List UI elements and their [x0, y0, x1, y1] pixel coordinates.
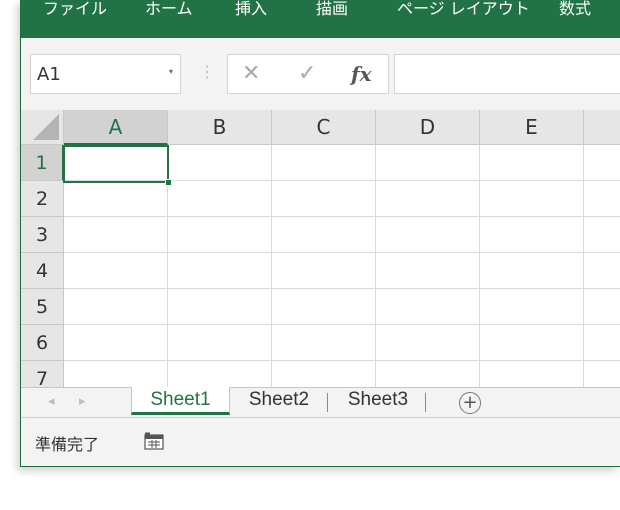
row-header-6[interactable]: 6 — [21, 325, 64, 361]
add-sheet-button[interactable]: + — [459, 392, 481, 414]
cell[interactable] — [584, 361, 620, 387]
cell[interactable] — [272, 145, 376, 181]
cell[interactable] — [272, 289, 376, 325]
cell[interactable] — [584, 325, 620, 361]
row-header-3[interactable]: 3 — [21, 217, 64, 253]
tab-home[interactable]: ホーム — [145, 0, 193, 22]
check-icon[interactable]: ✓ — [298, 62, 316, 86]
cell[interactable] — [168, 217, 272, 253]
status-text: 準備完了 — [35, 435, 100, 454]
cell[interactable] — [376, 325, 480, 361]
cell[interactable] — [168, 145, 272, 181]
cell[interactable] — [480, 325, 584, 361]
tab-page-layout[interactable]: ページ レイアウト — [397, 0, 530, 22]
column-header-d[interactable]: D — [376, 110, 480, 145]
formula-buttons: ✕ ✓ fx — [227, 54, 389, 94]
formula-bar: A1 ▾ ⋮ ✕ ✓ fx — [21, 38, 620, 110]
row-header-2[interactable]: 2 — [21, 181, 64, 217]
cell[interactable] — [480, 253, 584, 289]
tab-formulas[interactable]: 数式 — [559, 0, 591, 22]
cell[interactable] — [480, 289, 584, 325]
tab-divider — [327, 393, 328, 412]
column-header-e[interactable]: E — [480, 110, 584, 145]
sheet-tab-sheet3[interactable]: Sheet3 — [330, 387, 426, 415]
scroll-tabs-right-icon[interactable]: ▸ — [79, 394, 86, 409]
tab-draw[interactable]: 描画 — [316, 0, 348, 22]
cell[interactable] — [376, 253, 480, 289]
select-all-button[interactable] — [21, 110, 64, 145]
cell[interactable] — [480, 181, 584, 217]
cell[interactable] — [376, 181, 480, 217]
cell[interactable] — [64, 289, 168, 325]
cell[interactable] — [376, 217, 480, 253]
sheet-tabs-bar: ◂ ▸ Sheet1 Sheet2 Sheet3 + — [21, 387, 620, 418]
sheet-tab-sheet2[interactable]: Sheet2 — [233, 387, 325, 415]
cell[interactable] — [168, 325, 272, 361]
cell[interactable] — [64, 145, 168, 181]
status-bar: 準備完了 — [21, 418, 620, 466]
select-all-triangle-icon — [33, 114, 59, 140]
cell[interactable] — [168, 289, 272, 325]
ribbon-tab-bar: ファイル ホーム 挿入 描画 ページ レイアウト 数式 — [21, 0, 620, 38]
tab-file[interactable]: ファイル — [43, 0, 107, 22]
drag-handle-icon[interactable]: ⋮ — [199, 62, 215, 81]
chevron-down-icon[interactable]: ▾ — [169, 67, 173, 76]
row-header-1[interactable]: 1 — [21, 145, 64, 181]
scroll-tabs-left-icon[interactable]: ◂ — [48, 394, 55, 409]
row-header-5[interactable]: 5 — [21, 289, 64, 325]
cell[interactable] — [272, 181, 376, 217]
column-header-b[interactable]: B — [168, 110, 272, 145]
cell[interactable] — [584, 217, 620, 253]
formula-input[interactable] — [394, 54, 620, 94]
cell[interactable] — [64, 217, 168, 253]
cell[interactable] — [376, 145, 480, 181]
fill-handle[interactable] — [165, 179, 172, 186]
cell[interactable] — [168, 253, 272, 289]
cell[interactable] — [272, 217, 376, 253]
cell-mode-icon[interactable] — [144, 432, 164, 450]
cell[interactable] — [480, 217, 584, 253]
column-header-c[interactable]: C — [272, 110, 376, 145]
row-header-7[interactable]: 7 — [21, 361, 64, 387]
worksheet-grid: ABCDE 1234567 — [21, 110, 620, 387]
cell[interactable] — [584, 289, 620, 325]
cell[interactable] — [376, 289, 480, 325]
column-header-a[interactable]: A — [64, 110, 168, 145]
name-box[interactable]: A1 ▾ — [30, 54, 181, 94]
cell[interactable] — [272, 253, 376, 289]
cell[interactable] — [64, 181, 168, 217]
excel-window: ファイル ホーム 挿入 描画 ページ レイアウト 数式 A1 ▾ ⋮ ✕ ✓ f… — [20, 0, 620, 467]
cell[interactable] — [168, 361, 272, 387]
name-box-value: A1 — [37, 64, 61, 85]
cell[interactable] — [584, 181, 620, 217]
tab-divider — [425, 393, 426, 412]
insert-function-button[interactable]: fx — [351, 62, 372, 86]
cell[interactable] — [64, 361, 168, 387]
cell[interactable] — [272, 325, 376, 361]
column-header-next[interactable] — [584, 110, 620, 145]
sheet-tab-sheet1[interactable]: Sheet1 — [131, 387, 230, 415]
cancel-icon[interactable]: ✕ — [242, 62, 260, 86]
cell[interactable] — [480, 145, 584, 181]
cell[interactable] — [376, 361, 480, 387]
cell[interactable] — [64, 325, 168, 361]
cell[interactable] — [168, 181, 272, 217]
cell[interactable] — [584, 253, 620, 289]
row-header-4[interactable]: 4 — [21, 253, 64, 289]
tab-insert[interactable]: 挿入 — [235, 0, 267, 22]
cell[interactable] — [584, 145, 620, 181]
cell[interactable] — [480, 361, 584, 387]
cell[interactable] — [64, 253, 168, 289]
cell[interactable] — [272, 361, 376, 387]
